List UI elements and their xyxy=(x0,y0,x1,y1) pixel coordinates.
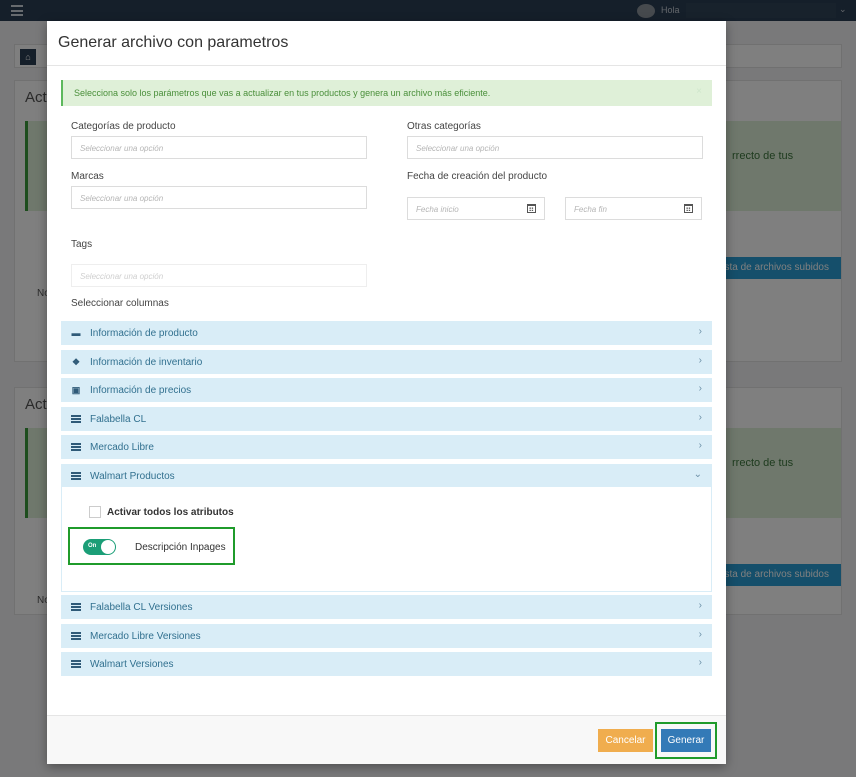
start-date-calendar-button[interactable] xyxy=(518,197,545,220)
toggle-state: On xyxy=(88,543,97,549)
chevron-right-icon: › xyxy=(698,657,702,668)
generate-button[interactable]: Generar xyxy=(661,729,711,752)
section-label: Información de inventario xyxy=(90,357,203,368)
section-label: Walmart Productos xyxy=(90,471,175,482)
section-walmart-products[interactable]: Walmart Productos ⌄ xyxy=(61,464,712,488)
other-categories-select[interactable]: Seleccionar una opción xyxy=(407,136,703,159)
start-date-placeholder: Fecha inicio xyxy=(416,205,459,214)
select-all-checkbox[interactable] xyxy=(89,506,101,518)
other-categories-placeholder: Seleccionar una opción xyxy=(416,144,500,153)
chevron-right-icon: › xyxy=(698,629,702,640)
select-columns-label: Seleccionar columnas xyxy=(71,298,169,309)
section-label: Información de producto xyxy=(90,328,198,339)
section-product-info[interactable]: ▬ Información de producto › xyxy=(61,321,712,345)
section-label: Falabella CL xyxy=(90,414,147,425)
start-date-input[interactable]: Fecha inicio xyxy=(407,197,519,220)
chevron-down-icon: ⌄ xyxy=(693,469,702,480)
product-categories-placeholder: Seleccionar una opción xyxy=(80,144,164,153)
description-inpages-label: Descripción Inpages xyxy=(135,542,226,553)
chevron-right-icon: › xyxy=(698,383,702,394)
other-categories-label: Otras categorías xyxy=(407,121,481,132)
money-icon: ▣ xyxy=(71,385,81,395)
info-alert: Selecciona solo los parámetros que vas a… xyxy=(61,80,712,106)
list-icon xyxy=(71,472,81,480)
tags-select[interactable]: Seleccionar una opción xyxy=(71,264,367,287)
modal-header: Generar archivo con parametros xyxy=(47,21,726,66)
section-falabella-cl-versions[interactable]: Falabella CL Versiones › xyxy=(61,595,712,619)
section-price-info[interactable]: ▣ Información de precios › xyxy=(61,378,712,402)
walmart-products-panel: Activar todos los atributos On Descripci… xyxy=(61,487,712,592)
chevron-right-icon: › xyxy=(698,440,702,451)
list-icon xyxy=(71,415,81,423)
list-icon xyxy=(71,603,81,611)
chevron-right-icon: › xyxy=(698,600,702,611)
section-mercado-libre[interactable]: Mercado Libre › xyxy=(61,435,712,459)
tags-label: Tags xyxy=(71,239,93,250)
section-inventory-info[interactable]: ❖ Información de inventario › xyxy=(61,350,712,374)
cart-icon: ▬ xyxy=(71,328,81,338)
calendar-icon xyxy=(527,204,536,213)
generate-file-modal: Generar archivo con parametros Seleccion… xyxy=(47,21,726,764)
end-date-placeholder: Fecha fin xyxy=(574,205,607,214)
end-date-calendar-button[interactable] xyxy=(675,197,702,220)
product-categories-select[interactable]: Seleccionar una opción xyxy=(71,136,367,159)
section-label: Mercado Libre Versiones xyxy=(90,631,201,642)
section-mercado-libre-versions[interactable]: Mercado Libre Versiones › xyxy=(61,624,712,648)
modal-footer: Cancelar Generar xyxy=(47,715,726,764)
modal-title: Generar archivo con parametros xyxy=(58,34,289,51)
list-icon xyxy=(71,632,81,640)
section-label: Mercado Libre xyxy=(90,442,154,453)
list-icon xyxy=(71,660,81,668)
chevron-right-icon: › xyxy=(698,412,702,423)
brands-select[interactable]: Seleccionar una opción xyxy=(71,186,367,209)
section-label: Falabella CL Versiones xyxy=(90,602,193,613)
section-label: Walmart Versiones xyxy=(90,659,174,670)
dropbox-icon: ❖ xyxy=(71,357,81,367)
chevron-right-icon: › xyxy=(698,355,702,366)
product-categories-label: Categorías de producto xyxy=(71,121,176,132)
select-all-label[interactable]: Activar todos los atributos xyxy=(107,507,234,518)
highlight-box: Generar xyxy=(655,722,717,759)
calendar-icon xyxy=(684,204,693,213)
tags-placeholder: Seleccionar una opción xyxy=(80,272,164,281)
highlight-box: On Descripción Inpages xyxy=(68,527,235,565)
list-icon xyxy=(71,443,81,451)
brands-label: Marcas xyxy=(71,171,104,182)
section-label: Información de precios xyxy=(90,385,192,396)
chevron-right-icon: › xyxy=(698,326,702,337)
creation-date-label: Fecha de creación del producto xyxy=(407,171,548,182)
info-alert-text: Selecciona solo los parámetros que vas a… xyxy=(74,88,491,98)
end-date-input[interactable]: Fecha fin xyxy=(565,197,676,220)
section-walmart-versions[interactable]: Walmart Versiones › xyxy=(61,652,712,676)
cancel-button[interactable]: Cancelar xyxy=(598,729,653,752)
close-icon[interactable]: × xyxy=(696,86,702,97)
section-falabella-cl[interactable]: Falabella CL › xyxy=(61,407,712,431)
description-inpages-toggle[interactable]: On xyxy=(83,539,116,555)
brands-placeholder: Seleccionar una opción xyxy=(80,194,164,203)
toggle-knob xyxy=(101,540,115,554)
